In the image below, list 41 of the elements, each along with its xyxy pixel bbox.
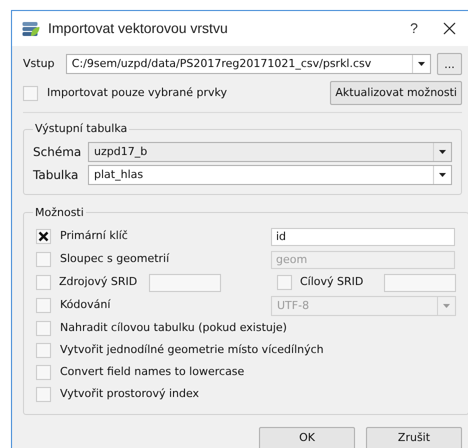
checkbox[interactable] <box>36 275 51 290</box>
checkbox[interactable] <box>36 342 51 358</box>
checkbox[interactable] <box>36 320 51 336</box>
checkbox-label: Convert field names to lowercase <box>60 364 244 380</box>
checkbox[interactable] <box>36 229 51 244</box>
field-label: Tabulka <box>33 166 80 184</box>
checkbox-label: Primární klíč <box>60 228 128 244</box>
checkbox-label: Kódování <box>60 297 110 314</box>
dropdown[interactable]: C:/9sem/uzpd/data/PS2017reg20171021_csv/psrkl.csv <box>66 54 432 74</box>
checkbox-label: Zdrojový SRID <box>59 274 138 290</box>
text-field[interactable] <box>384 274 456 292</box>
dropdown[interactable]: uzpd17_b <box>88 142 452 162</box>
window-title: Importovat vektorovou vrstvu <box>48 19 228 38</box>
browse-button[interactable]: ... <box>437 53 462 75</box>
checkbox[interactable] <box>23 86 38 100</box>
update-options-button[interactable]: Aktualizovat možnosti <box>330 81 462 105</box>
dialog-button[interactable]: OK <box>259 427 355 448</box>
help-button[interactable]: ? <box>399 18 429 39</box>
checkbox[interactable] <box>36 364 51 380</box>
caret-icon <box>443 304 450 308</box>
checkbox[interactable] <box>36 386 51 402</box>
caret-icon <box>418 62 426 66</box>
close-icon <box>442 22 456 35</box>
group-title: Možnosti <box>34 204 85 220</box>
database-icon <box>22 20 40 36</box>
checkbox-label: Nahradit cílovou tabulku (pokud existuje) <box>60 320 287 336</box>
checkbox-label: Vytvořit prostorový index <box>60 386 200 402</box>
caret-icon <box>439 150 446 154</box>
group-title: Výstupní tabulka <box>34 121 128 137</box>
checkbox-label: Cílový SRID <box>300 274 364 290</box>
text-field[interactable]: id <box>271 228 455 246</box>
dropdown[interactable]: plat_hlas <box>88 164 452 184</box>
checkbox-label: Sloupec s geometrií <box>60 251 170 268</box>
input-label: Vstup <box>23 56 56 72</box>
caret-icon <box>439 172 446 176</box>
checkbox-label: Importovat pouze vybrané prvky <box>47 84 228 101</box>
dialog-button[interactable]: Zrušit <box>366 427 462 448</box>
checkbox-label: Vytvořit jednodílné geometrie místo vícedílných <box>60 342 324 358</box>
checkbox[interactable] <box>277 275 292 290</box>
text-field[interactable] <box>149 274 221 292</box>
field-label: Schéma <box>33 144 82 160</box>
